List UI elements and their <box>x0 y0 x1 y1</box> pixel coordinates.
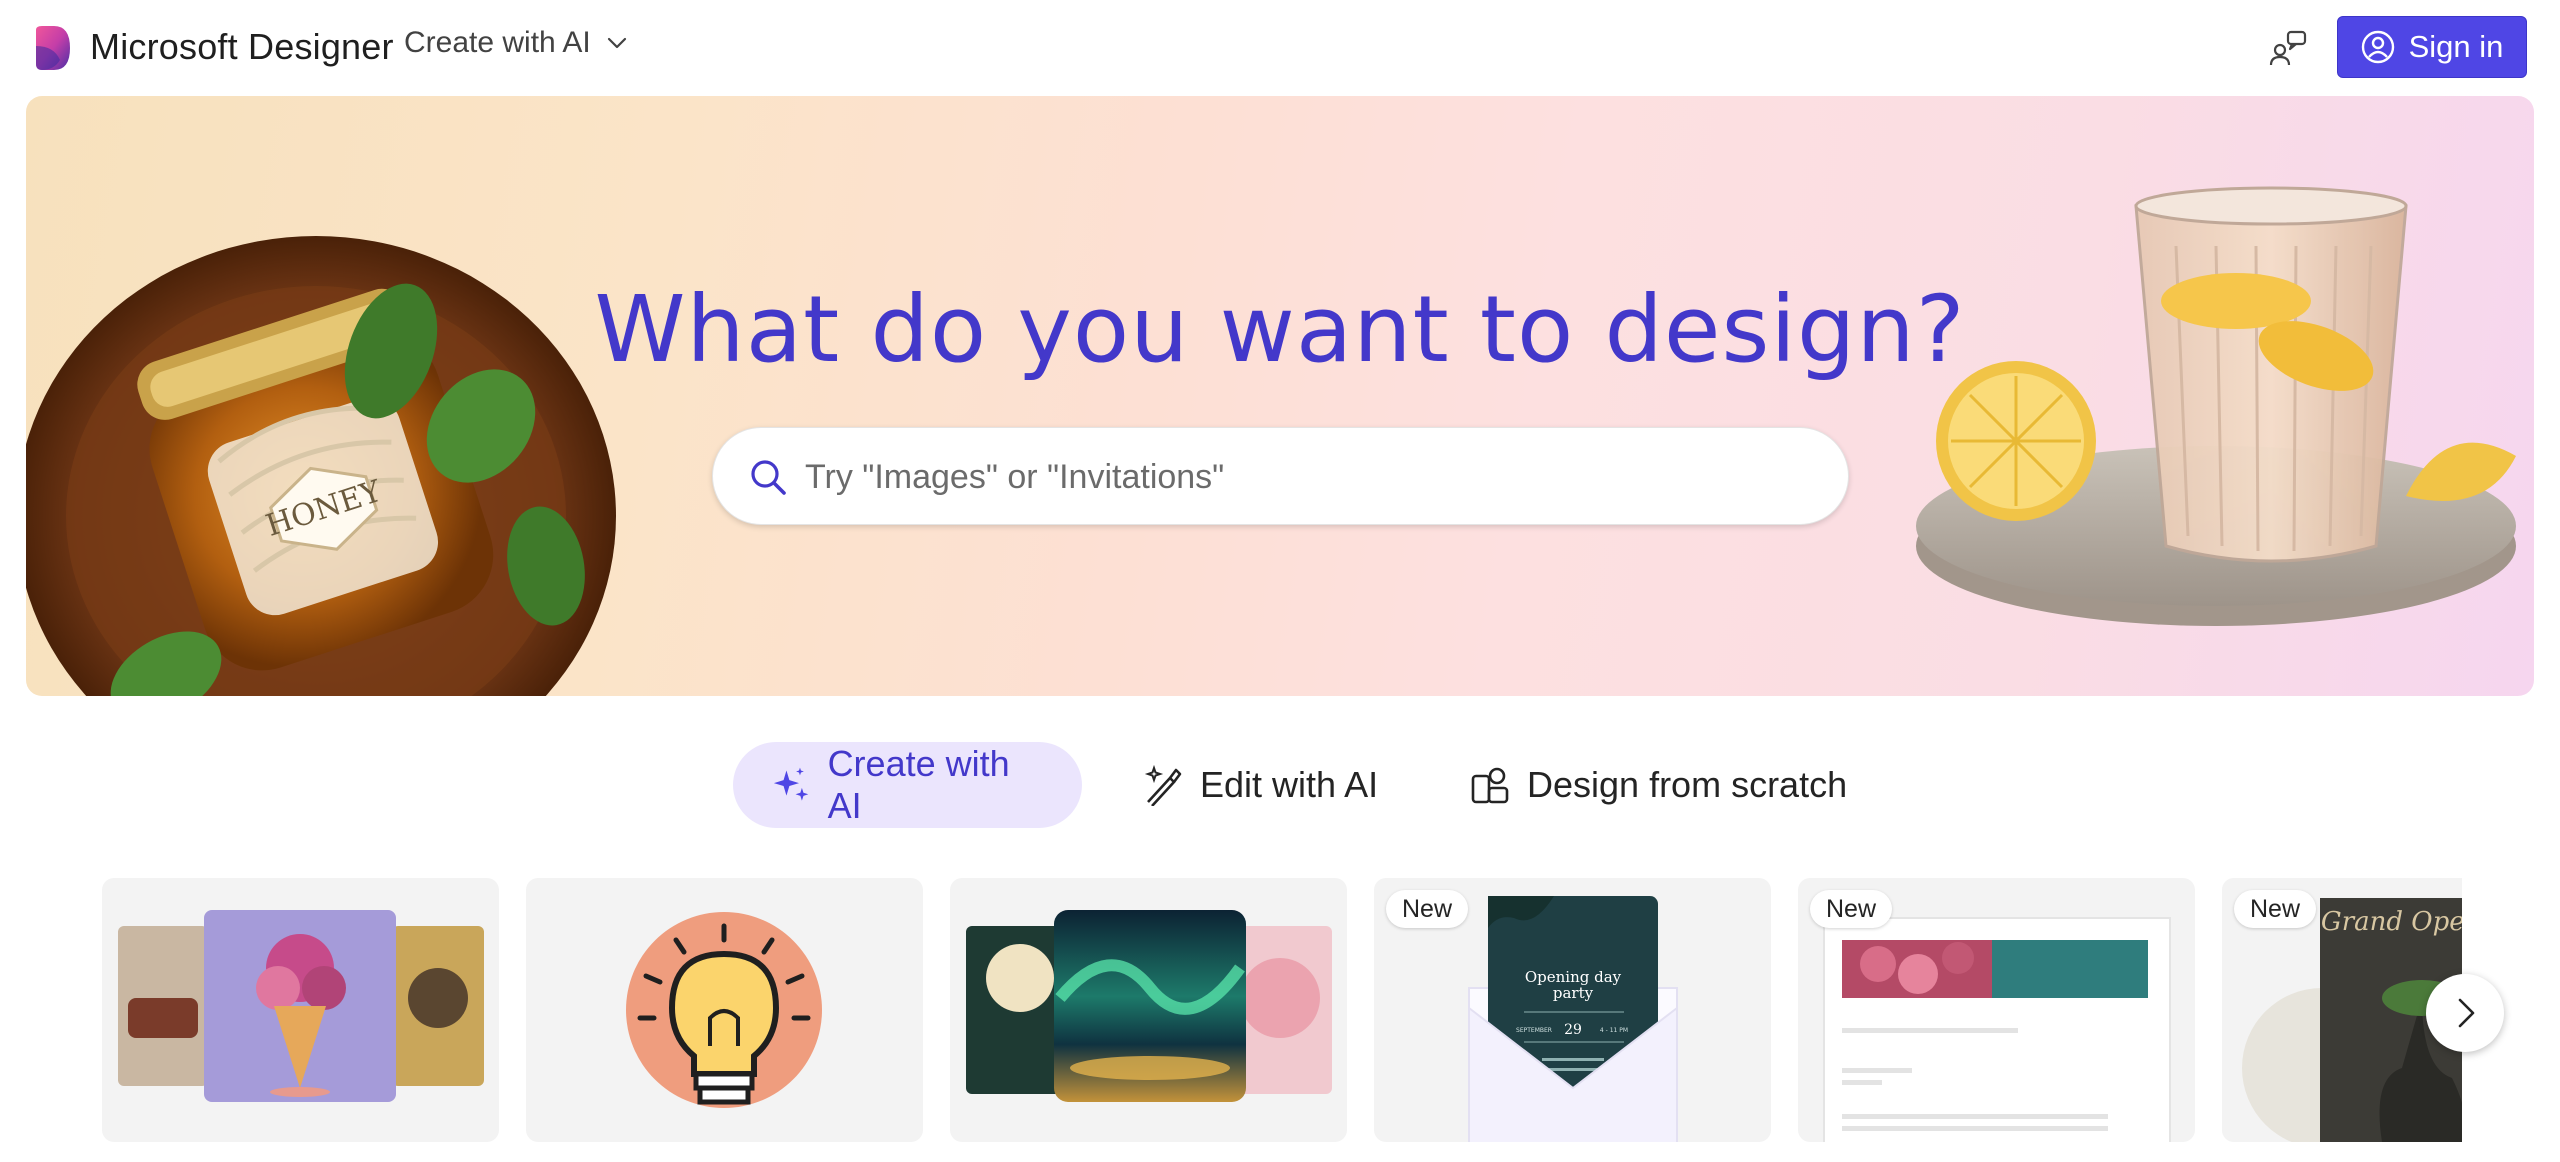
template-carousel: New Opening day party SEPTEMBER 29 4 - 1… <box>102 878 2462 1142</box>
search-icon <box>751 460 786 495</box>
invitation-day: 29 <box>1564 1022 1582 1038</box>
poster-title: Grand Opening <box>2321 907 2462 937</box>
brand-name[interactable]: Microsoft Designer <box>90 26 394 68</box>
designer-logo-icon[interactable] <box>34 24 74 72</box>
shapes-icon <box>1471 767 1509 804</box>
search-input[interactable] <box>805 448 1805 506</box>
tab-edit-with-ai-label: Edit with AI <box>1200 764 1379 805</box>
lightbulb-sticker-thumbnail <box>626 912 822 1108</box>
chevron-down-icon <box>607 37 626 49</box>
search-bar <box>712 427 1849 525</box>
carousel-next-button[interactable] <box>2426 974 2504 1052</box>
invitation-title-2: party <box>1553 984 1594 1002</box>
create-with-ai-menu[interactable]: Create with AI <box>404 26 629 60</box>
card-documents[interactable]: New <box>1798 878 2195 1142</box>
wand-icon <box>1144 764 1182 806</box>
sign-in-button[interactable]: Sign in <box>2337 16 2527 78</box>
new-badge: New <box>1810 890 1893 928</box>
card-stickers[interactable] <box>526 878 923 1142</box>
sparkle-icon <box>773 767 809 801</box>
top-bar: Microsoft Designer Create with AI Sign i… <box>0 0 2560 96</box>
card-wallpapers[interactable] <box>950 878 1347 1142</box>
honey-jar-illustration: HONEY <box>26 236 616 696</box>
create-with-ai-menu-label: Create with AI <box>404 26 591 59</box>
sign-in-label: Sign in <box>2408 29 2504 64</box>
feedback-icon[interactable] <box>2268 28 2308 68</box>
aurora-wallpaper-thumbnail <box>966 910 1332 1102</box>
card-invitations[interactable]: New Opening day party SEPTEMBER 29 4 - 1… <box>1374 878 1771 1142</box>
tab-edit-with-ai[interactable]: Edit with AI <box>1104 742 1416 828</box>
hero-banner: HONEY What do you want to design? Try "I… <box>26 96 2534 696</box>
lemon-water-illustration <box>1916 186 2516 626</box>
tab-create-with-ai-label: Create with AI <box>827 743 1010 826</box>
hero-title: What do you want to design? <box>594 276 1966 383</box>
invitation-month: SEPTEMBER <box>1516 1027 1552 1034</box>
images-collage-thumbnail <box>118 910 484 1102</box>
tab-design-from-scratch-label: Design from scratch <box>1527 764 1848 805</box>
chevron-right-icon <box>2458 998 2475 1028</box>
invitation-time: 4 - 11 PM <box>1600 1027 1628 1034</box>
tab-create-with-ai[interactable]: Create with AI <box>733 742 1082 828</box>
tab-design-from-scratch[interactable]: Design from scratch <box>1431 742 1885 828</box>
user-circle-icon <box>2361 30 2394 64</box>
new-badge: New <box>1386 890 1469 928</box>
new-badge: New <box>2234 890 2317 928</box>
mode-tabs: Create with AI Edit with AI Design from … <box>0 742 2560 828</box>
card-images[interactable] <box>102 878 499 1142</box>
